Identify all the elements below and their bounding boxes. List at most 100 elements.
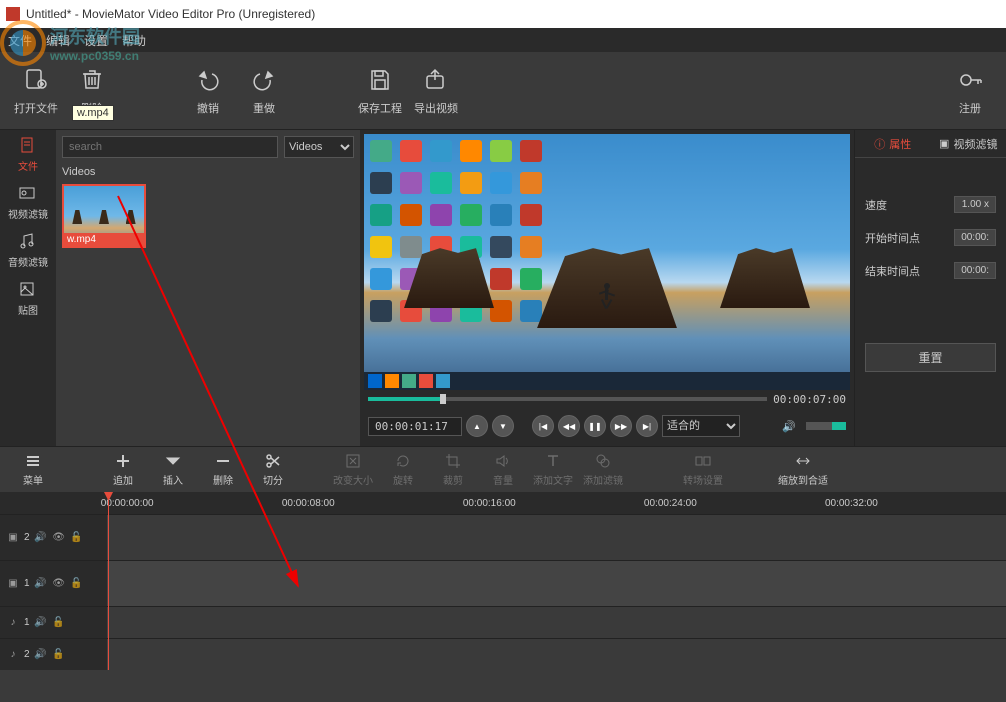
video-track-2[interactable]: ▣2🔊👁🔓 [0, 514, 1006, 560]
reset-button[interactable]: 重置 [865, 343, 996, 372]
current-time-input[interactable]: 00:00:01:17 [368, 417, 462, 436]
video-track-1[interactable]: ▣1🔊👁🔓 [0, 560, 1006, 606]
lock-icon[interactable]: 🔓 [52, 648, 66, 662]
speed-label: 速度 [865, 197, 887, 213]
eye-icon[interactable]: 👁 [52, 577, 66, 591]
trash-icon [78, 66, 106, 94]
add-filter-button: 添加滤镜 [578, 452, 628, 487]
split-button[interactable]: 切分 [248, 452, 298, 487]
speaker-icon [494, 452, 512, 470]
category-select[interactable]: Videos [284, 136, 354, 158]
timeline: 00:00:00:00 00:00:08:00 00:00:16:00 00:0… [0, 492, 1006, 670]
tab-video-filter[interactable]: 视频滤镜 [0, 178, 56, 226]
save-icon [366, 66, 394, 94]
undo-button[interactable]: 撤销 [180, 59, 236, 123]
rewind-button[interactable]: ◀◀ [558, 415, 580, 437]
add-filter-icon [594, 452, 612, 470]
fit-select[interactable]: 适合的 [662, 415, 740, 437]
side-tabs: 文件 视频滤镜 音频滤镜 贴图 [0, 130, 56, 446]
add-text-button: 添加文字 [528, 452, 578, 487]
video-thumbnail[interactable]: w.mp4 [62, 184, 146, 248]
audio-track-1[interactable]: ♪1🔊🔓 [0, 606, 1006, 638]
skip-start-button[interactable]: |◀ [532, 415, 554, 437]
insert-icon [164, 452, 182, 470]
mute-icon[interactable]: 🔊 [34, 616, 48, 630]
forward-button[interactable]: ▶▶ [610, 415, 632, 437]
file-icon [18, 136, 38, 156]
resize-button: 改变大小 [328, 452, 378, 487]
menubar: 文件 编辑 设置 帮助 [0, 28, 1006, 52]
time-up-button[interactable]: ▲ [466, 415, 488, 437]
lock-icon[interactable]: 🔓 [70, 577, 84, 591]
files-panel: Videos Videos w.mp4 w.mp4 [56, 130, 360, 446]
eye-icon[interactable]: 👁 [52, 531, 66, 545]
volume-icon[interactable]: 🔊 [782, 420, 796, 433]
redo-button[interactable]: 重做 [236, 59, 292, 123]
volume-slider[interactable] [806, 422, 846, 430]
mute-icon[interactable]: 🔊 [34, 648, 48, 662]
text-icon [544, 452, 562, 470]
timeline-ruler[interactable]: 00:00:00:00 00:00:08:00 00:00:16:00 00:0… [0, 492, 1006, 514]
play-pause-button[interactable]: ❚❚ [584, 415, 606, 437]
sticker-icon [18, 280, 38, 300]
export-video-button[interactable]: 导出视频 [408, 59, 464, 123]
titlebar: Untitled* - MovieMator Video Editor Pro … [0, 0, 1006, 28]
insert-button[interactable]: 插入 [148, 452, 198, 487]
end-time-label: 结束时间点 [865, 263, 920, 279]
timeline-toolbar: 菜单 追加 插入 删除 切分 改变大小 旋转 裁剪 音量 添加文字 添加滤镜 转… [0, 446, 1006, 492]
window-title: Untitled* - MovieMator Video Editor Pro … [26, 7, 315, 21]
preview-progress[interactable]: 00:00:07:00 [364, 392, 850, 406]
minus-icon [214, 452, 232, 470]
tab-audio-filter[interactable]: 音频滤镜 [0, 226, 56, 274]
mute-icon[interactable]: 🔊 [34, 531, 48, 545]
append-button[interactable]: 追加 [98, 452, 148, 487]
tab-sticker[interactable]: 贴图 [0, 274, 56, 322]
thumbnail-label: w.mp4 [64, 233, 144, 246]
info-icon: ⓘ [874, 136, 885, 152]
resize-icon [344, 452, 362, 470]
save-project-button[interactable]: 保存工程 [352, 59, 408, 123]
time-down-button[interactable]: ▼ [492, 415, 514, 437]
audio-track-2[interactable]: ♪2🔊🔓 [0, 638, 1006, 670]
split-icon [264, 452, 282, 470]
transition-button: 转场设置 [678, 452, 728, 487]
delete-clip-button[interactable]: 删除 [198, 452, 248, 487]
speed-value[interactable]: 1.00 x [954, 196, 996, 213]
undo-icon [194, 66, 222, 94]
main-toolbar: 打开文件 删除 撤销 重做 保存工程 导出视频 注册 [0, 52, 1006, 130]
lock-icon[interactable]: 🔓 [52, 616, 66, 630]
properties-panel: ⓘ属性 ▣视频滤镜 速度1.00 x 开始时间点00:00: 结束时间点00:0… [854, 130, 1006, 446]
transition-icon [694, 452, 712, 470]
register-button[interactable]: 注册 [942, 59, 998, 123]
crop-icon [444, 452, 462, 470]
mute-icon[interactable]: 🔊 [34, 577, 48, 591]
export-icon [422, 66, 450, 94]
preview-viewport[interactable] [364, 134, 850, 390]
menu-icon [24, 452, 42, 470]
tab-video-filters[interactable]: ▣视频滤镜 [931, 130, 1006, 157]
audio-track-icon: ♪ [6, 648, 20, 662]
filter-icon: ▣ [939, 137, 949, 150]
skip-end-button[interactable]: ▶| [636, 415, 658, 437]
start-time-value[interactable]: 00:00: [954, 229, 996, 246]
search-input[interactable] [62, 136, 278, 158]
tab-properties[interactable]: ⓘ属性 [855, 130, 931, 157]
end-time-value[interactable]: 00:00: [954, 262, 996, 279]
rotate-button: 旋转 [378, 452, 428, 487]
lock-icon[interactable]: 🔓 [70, 531, 84, 545]
open-file-button[interactable]: 打开文件 [8, 59, 64, 123]
preview-panel: 00:00:07:00 00:00:01:17 ▲ ▼ |◀ ◀◀ ❚❚ ▶▶ … [360, 130, 854, 446]
open-icon [22, 66, 50, 94]
watermark: 河东软件园 www.pc0359.cn [0, 20, 140, 66]
rotate-icon [394, 452, 412, 470]
tab-files[interactable]: 文件 [0, 130, 56, 178]
key-icon [956, 66, 984, 94]
zoom-fit-icon [794, 452, 812, 470]
crop-button: 裁剪 [428, 452, 478, 487]
video-track-icon: ▣ [6, 577, 20, 591]
plus-icon [114, 452, 132, 470]
timeline-menu-button[interactable]: 菜单 [8, 452, 58, 487]
playhead[interactable] [108, 492, 109, 670]
zoom-fit-button[interactable]: 缩放到合适 [778, 452, 828, 487]
volume-button: 音量 [478, 452, 528, 487]
